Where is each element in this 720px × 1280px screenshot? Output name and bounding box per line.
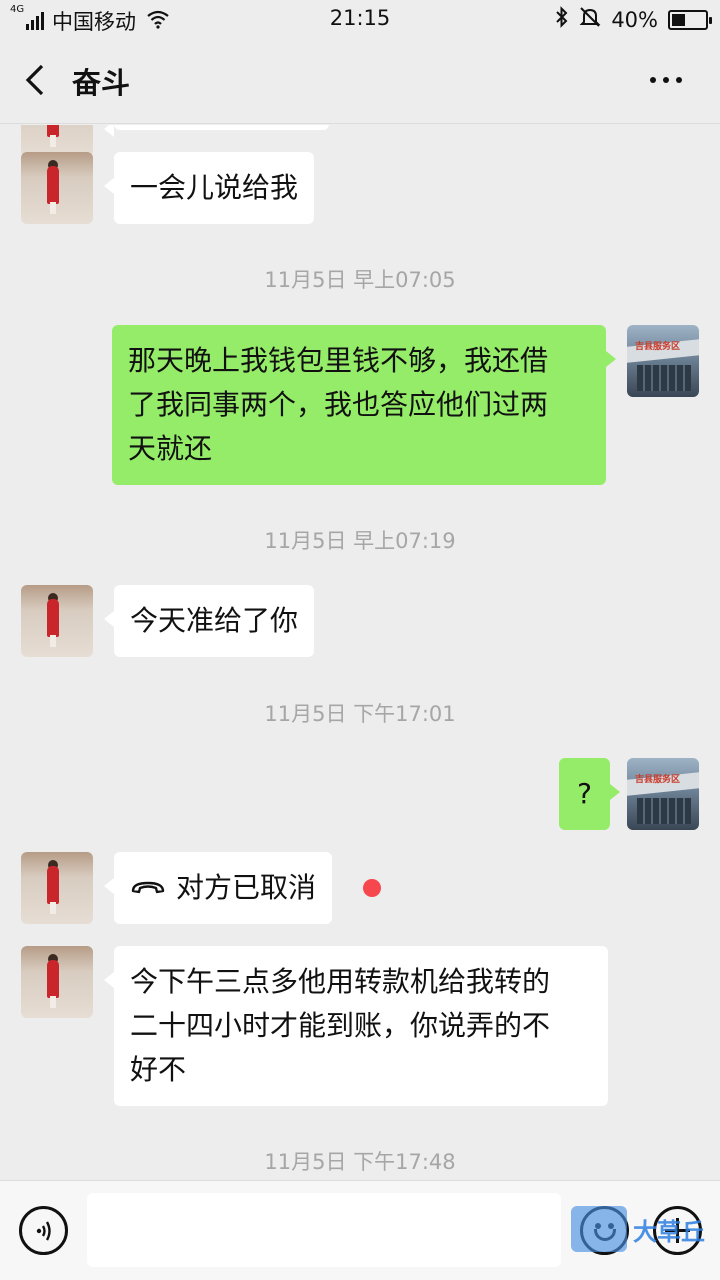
- message-line: 今下午三点多他用转款机给我转的: [130, 965, 551, 998]
- chevron-left-icon[interactable]: [22, 62, 54, 98]
- avatar-sign-text: 吉县服务区: [635, 342, 681, 352]
- message-bubble-outgoing[interactable]: ?: [559, 758, 620, 830]
- voice-icon[interactable]: [19, 1206, 68, 1255]
- call-status-text: 对方已取消: [176, 871, 317, 904]
- contact-avatar[interactable]: [21, 946, 93, 1018]
- watermark-text: 大草丘: [633, 1217, 705, 1246]
- battery-percent: 40%: [611, 7, 658, 32]
- chat-title: 奋斗: [72, 66, 131, 100]
- contact-avatar[interactable]: [21, 852, 93, 924]
- my-avatar[interactable]: 吉县服务区: [627, 758, 699, 830]
- bluetooth-icon: [555, 6, 569, 33]
- message-bubble-incoming[interactable]: 今下午三点多他用转款机给我转的 二十四小时才能到账，你说弄的不 好不: [104, 946, 608, 1106]
- chat-header: 奋斗: [0, 38, 720, 124]
- status-bar: 4G 中国移动 21:15 40%: [0, 0, 720, 38]
- my-avatar[interactable]: 吉县服务区: [627, 325, 699, 397]
- timestamp: 11月5日 下午17:48: [264, 1150, 456, 1174]
- phone-hangup-icon: [130, 866, 166, 910]
- message-list[interactable]: 一会儿说给我 11月5日 早上07:05 吉县服务区 那天晚上我钱包里钱不够，我…: [0, 125, 720, 1180]
- message-line: 天就还: [128, 432, 213, 465]
- watermark: 大草丘: [571, 1206, 705, 1252]
- avatar-sign-text: 吉县服务区: [635, 775, 681, 785]
- message-line: 二十四小时才能到账，你说弄的不: [130, 1009, 551, 1042]
- message-bubble-incoming[interactable]: 今天准给了你: [103, 585, 315, 657]
- contact-avatar[interactable]: [21, 152, 93, 224]
- message-bubble-incoming[interactable]: 一会儿说给我: [103, 152, 315, 224]
- battery-icon: [668, 9, 712, 30]
- watermark-logo: [571, 1206, 627, 1252]
- call-record-bubble[interactable]: 对方已取消: [103, 852, 333, 924]
- message-input[interactable]: [87, 1193, 561, 1267]
- timestamp: 11月5日 早上07:05: [264, 268, 456, 292]
- message-bubble-partial[interactable]: [104, 125, 329, 137]
- contact-avatar[interactable]: [21, 585, 93, 657]
- more-dots-icon[interactable]: [650, 68, 690, 92]
- message-line: 那天晚上我钱包里钱不够，我还借: [128, 344, 549, 377]
- message-line: 了我同事两个，我也答应他们过两: [128, 388, 549, 421]
- unread-dot: [363, 879, 381, 897]
- mute-bell-icon: [579, 6, 601, 33]
- message-line: 好不: [130, 1053, 187, 1086]
- message-bubble-outgoing[interactable]: 那天晚上我钱包里钱不够，我还借 了我同事两个，我也答应他们过两 天就还: [112, 325, 616, 485]
- timestamp: 11月5日 早上07:19: [264, 529, 456, 553]
- timestamp: 11月5日 下午17:01: [264, 702, 456, 726]
